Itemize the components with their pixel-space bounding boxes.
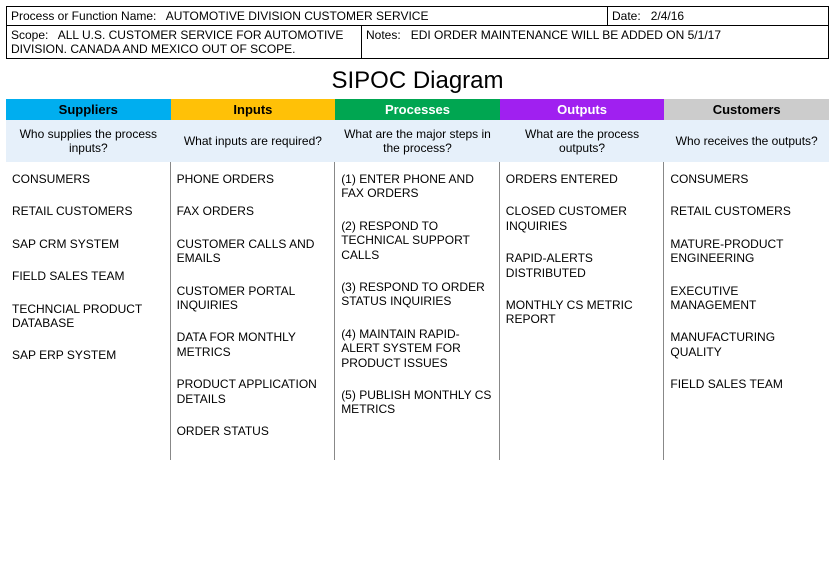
list-item: CLOSED CUSTOMER INQUIRIES bbox=[506, 204, 658, 233]
list-item: CUSTOMER CALLS AND EMAILS bbox=[177, 237, 329, 266]
diagram-title: SIPOC Diagram bbox=[6, 59, 829, 99]
scope-label: Scope: bbox=[11, 28, 48, 42]
customers-question: Who receives the outputs? bbox=[664, 120, 829, 162]
outputs-question: What are the process outputs? bbox=[500, 120, 665, 162]
list-item: (4) MAINTAIN RAPID-ALERT SYSTEM FOR PROD… bbox=[341, 327, 493, 370]
list-item: SAP CRM SYSTEM bbox=[12, 237, 164, 251]
outputs-header: Outputs bbox=[500, 99, 665, 120]
list-item: MANUFACTURING QUALITY bbox=[670, 330, 823, 359]
suppliers-header: Suppliers bbox=[6, 99, 171, 120]
date-label: Date: bbox=[612, 9, 641, 23]
notes-cell: Notes: EDI ORDER MAINTENANCE WILL BE ADD… bbox=[362, 26, 828, 58]
outputs-column: Outputs What are the process outputs? OR… bbox=[500, 99, 665, 460]
list-item: CONSUMERS bbox=[670, 172, 823, 186]
list-item: EXECUTIVE MANAGEMENT bbox=[670, 284, 823, 313]
processes-column: Processes What are the major steps in th… bbox=[335, 99, 500, 460]
list-item: PRODUCT APPLICATION DETAILS bbox=[177, 377, 329, 406]
list-item: ORDERS ENTERED bbox=[506, 172, 658, 186]
date-cell: Date: 2/4/16 bbox=[608, 7, 828, 25]
list-item: FAX ORDERS bbox=[177, 204, 329, 218]
list-item: RETAIL CUSTOMERS bbox=[670, 204, 823, 218]
list-item: CONSUMERS bbox=[12, 172, 164, 186]
processes-question: What are the major steps in the process? bbox=[335, 120, 500, 162]
suppliers-question: Who supplies the process inputs? bbox=[6, 120, 171, 162]
list-item: (3) RESPOND TO ORDER STATUS INQUIRIES bbox=[341, 280, 493, 309]
list-item: FIELD SALES TEAM bbox=[670, 377, 823, 391]
list-item: ORDER STATUS bbox=[177, 424, 329, 438]
scope-value: ALL U.S. CUSTOMER SERVICE FOR AUTOMOTIVE… bbox=[11, 28, 343, 56]
scope-cell: Scope: ALL U.S. CUSTOMER SERVICE FOR AUT… bbox=[7, 26, 362, 58]
list-item: RETAIL CUSTOMERS bbox=[12, 204, 164, 218]
list-item: (5) PUBLISH MONTHLY CS METRICS bbox=[341, 388, 493, 417]
list-item: (1) ENTER PHONE AND FAX ORDERS bbox=[341, 172, 493, 201]
header-row-1: Process or Function Name: AUTOMOTIVE DIV… bbox=[6, 6, 829, 26]
customers-column: Customers Who receives the outputs? CONS… bbox=[664, 99, 829, 460]
inputs-header: Inputs bbox=[171, 99, 336, 120]
notes-label: Notes: bbox=[366, 28, 401, 42]
list-item: TECHNCIAL PRODUCT DATABASE bbox=[12, 302, 164, 331]
suppliers-column: Suppliers Who supplies the process input… bbox=[6, 99, 171, 460]
inputs-body: PHONE ORDERS FAX ORDERS CUSTOMER CALLS A… bbox=[171, 162, 336, 460]
suppliers-body: CONSUMERS RETAIL CUSTOMERS SAP CRM SYSTE… bbox=[6, 162, 171, 460]
sipoc-columns: Suppliers Who supplies the process input… bbox=[6, 99, 829, 460]
list-item: MONTHLY CS METRIC REPORT bbox=[506, 298, 658, 327]
process-name-label: Process or Function Name: bbox=[11, 9, 156, 23]
list-item: RAPID-ALERTS DISTRIBUTED bbox=[506, 251, 658, 280]
processes-body: (1) ENTER PHONE AND FAX ORDERS (2) RESPO… bbox=[335, 162, 500, 460]
customers-header: Customers bbox=[664, 99, 829, 120]
list-item: CUSTOMER PORTAL INQUIRIES bbox=[177, 284, 329, 313]
list-item: MATURE-PRODUCT ENGINEERING bbox=[670, 237, 823, 266]
header-row-2: Scope: ALL U.S. CUSTOMER SERVICE FOR AUT… bbox=[6, 26, 829, 59]
notes-value: EDI ORDER MAINTENANCE WILL BE ADDED ON 5… bbox=[411, 28, 721, 42]
customers-body: CONSUMERS RETAIL CUSTOMERS MATURE-PRODUC… bbox=[664, 162, 829, 460]
outputs-body: ORDERS ENTERED CLOSED CUSTOMER INQUIRIES… bbox=[500, 162, 665, 460]
list-item: DATA FOR MONTHLY METRICS bbox=[177, 330, 329, 359]
inputs-column: Inputs What inputs are required? PHONE O… bbox=[171, 99, 336, 460]
date-value: 2/4/16 bbox=[651, 9, 684, 23]
list-item: SAP ERP SYSTEM bbox=[12, 348, 164, 362]
inputs-question: What inputs are required? bbox=[171, 120, 336, 162]
process-name-value: AUTOMOTIVE DIVISION CUSTOMER SERVICE bbox=[166, 9, 429, 23]
list-item: PHONE ORDERS bbox=[177, 172, 329, 186]
processes-header: Processes bbox=[335, 99, 500, 120]
list-item: FIELD SALES TEAM bbox=[12, 269, 164, 283]
process-name-cell: Process or Function Name: AUTOMOTIVE DIV… bbox=[7, 7, 608, 25]
list-item: (2) RESPOND TO TECHNICAL SUPPORT CALLS bbox=[341, 219, 493, 262]
